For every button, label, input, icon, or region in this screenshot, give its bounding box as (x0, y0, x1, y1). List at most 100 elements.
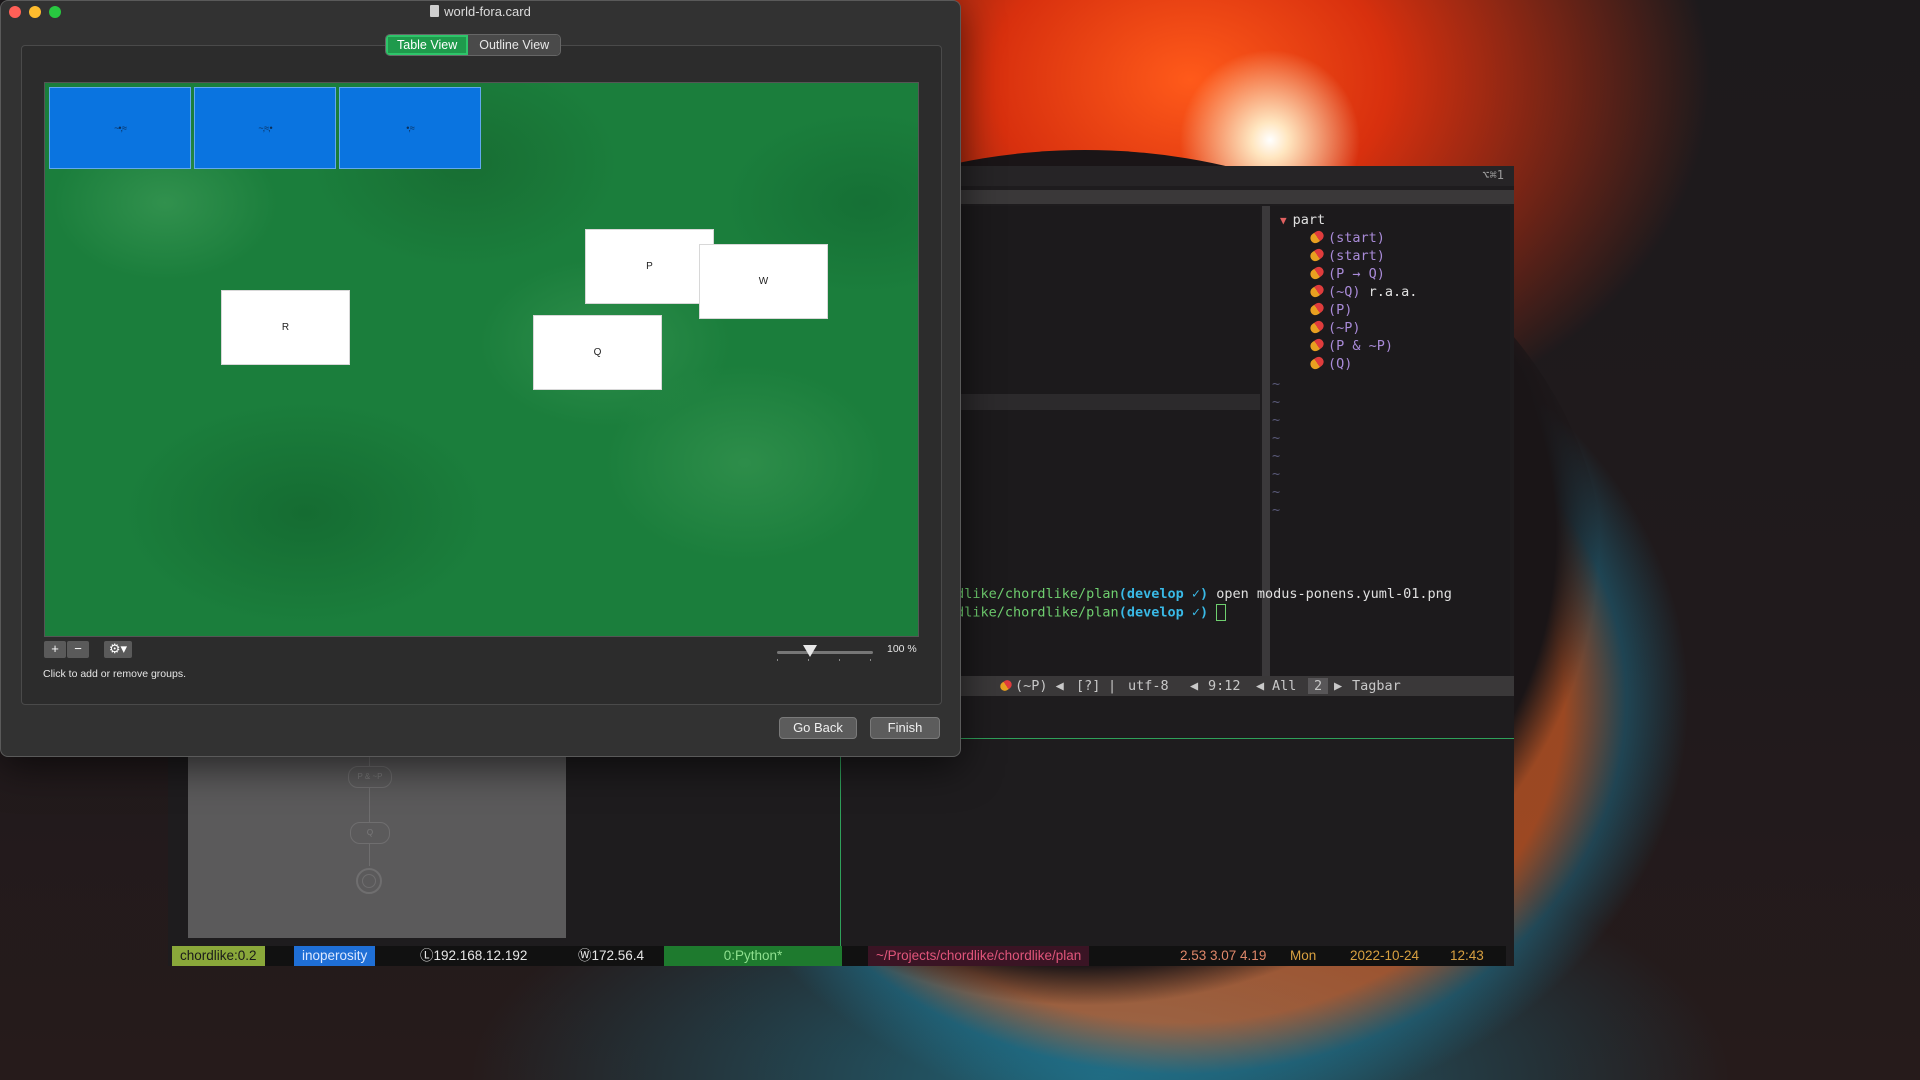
terminal-shortcut: ⌥⌘1 (1482, 168, 1504, 182)
vim-split-separator[interactable] (1262, 206, 1270, 676)
status-window-number: 2 (1308, 678, 1329, 694)
shell-line[interactable]: rdlike/chordlike/plan(develop ✓) open mo… (948, 586, 1452, 602)
group-card[interactable]: •,≈ (339, 87, 481, 169)
gear-menu-button[interactable]: ⚙▾ (104, 641, 132, 658)
tagbar-item[interactable]: (start) (1308, 246, 1385, 266)
proposition-card-q[interactable]: Q (533, 315, 662, 390)
tagbar-item-label: (Q) (1328, 356, 1353, 372)
shell-command (1208, 605, 1216, 621)
group-card[interactable]: ~,≈,• (194, 87, 336, 169)
tagbar-item-label: (P & ~P) (1328, 338, 1394, 354)
pill-icon (1308, 300, 1326, 318)
empty-line-marker: ~ (1272, 502, 1281, 518)
pill-icon (1308, 318, 1326, 336)
status-tag: (~P) ◀ (998, 678, 1064, 694)
tagbar-item-label: (P) (1328, 302, 1353, 318)
shell-path: rdlike/chordlike/plan (948, 604, 1119, 621)
image-preview-pane[interactable]: P & ~P Q (188, 756, 566, 938)
tmux-day: Mon (1282, 946, 1325, 966)
window-title-text: world-fora.card (444, 4, 531, 19)
tmux-local-ip: Ⓛ192.168.12.192 (412, 946, 536, 966)
tmux-session: chordlike:0.2 (172, 946, 265, 966)
diagram-edge (369, 756, 370, 766)
window-title: world-fora.card (430, 4, 531, 19)
zoom-button[interactable] (49, 6, 61, 18)
tab-table-view[interactable]: Table View (386, 35, 469, 55)
status-arrow: ▶ (1334, 678, 1343, 694)
diagram-edge (369, 788, 370, 822)
tmux-load: 2.53 3.07 4.19 (1172, 946, 1275, 966)
tagbar-root[interactable]: ▼ part (1280, 212, 1325, 228)
tagbar-pane[interactable]: ▼ part (start) (start) (P → Q) (~Q) r.a.a… (1270, 206, 1510, 676)
status-separator: | (1108, 678, 1117, 694)
tagbar-item[interactable]: (P) (1308, 300, 1353, 320)
pill-icon (1308, 354, 1326, 372)
status-encoding: utf-8 (1128, 678, 1169, 694)
empty-line-marker: ~ (1272, 394, 1281, 410)
tmux-date: 2022-10-24 (1342, 946, 1428, 966)
shell-command: open modus-ponens.yuml-01.png (1208, 586, 1452, 602)
remove-group-button[interactable]: − (67, 641, 89, 658)
tagbar-item-label: (start) (1328, 230, 1385, 246)
tagbar-item[interactable]: (Q) (1308, 354, 1353, 374)
diagram-edge (369, 844, 370, 866)
tagbar-root-label: part (1292, 212, 1326, 228)
status-arrow: ◀ (1256, 678, 1265, 694)
zoom-level: 100 % (887, 643, 917, 655)
diagram-end-node (356, 868, 382, 894)
pill-icon (998, 678, 1014, 693)
proposition-card-p[interactable]: P (585, 229, 714, 304)
go-back-button[interactable]: Go Back (779, 717, 857, 739)
tmux-wan-ip: Ⓦ172.56.4 (570, 946, 653, 966)
window-titlebar[interactable]: world-fora.card (1, 1, 960, 23)
status-window-name: Tagbar (1352, 678, 1401, 694)
group-card[interactable]: ~•,≈ (49, 87, 191, 169)
pill-icon (1308, 246, 1326, 264)
tmux-cwd: ~/Projects/chordlike/chordlike/plan (868, 946, 1090, 966)
card-window[interactable]: world-fora.card Table View Outline View … (0, 0, 961, 757)
view-switcher[interactable]: Table View Outline View (385, 34, 562, 56)
status-tag-label: (~P) (1015, 678, 1048, 694)
tagbar-item[interactable]: (~Q) r.a.a. (1308, 282, 1418, 302)
shell-branch: (develop ✓) (1118, 586, 1209, 602)
tagbar-item[interactable]: (P → Q) (1308, 264, 1385, 284)
empty-line-marker: ~ (1272, 412, 1281, 428)
tagbar-item-label: (P → Q) (1328, 266, 1385, 282)
card-table[interactable]: ~•,≈ ~,≈,• •,≈ R P W Q (44, 82, 919, 637)
empty-line-marker: ~ (1272, 430, 1281, 446)
tmux-window[interactable]: 0:Python* (664, 946, 842, 966)
tagbar-item[interactable]: (P & ~P) (1308, 336, 1394, 356)
tagbar-item-note: r.a.a. (1368, 284, 1418, 300)
empty-line-marker: ~ (1272, 448, 1281, 464)
expand-triangle-icon[interactable]: ▼ (1280, 214, 1287, 227)
add-group-button[interactable]: + (44, 641, 66, 658)
proposition-card-w[interactable]: W (699, 244, 828, 319)
tmux-vertical-divider[interactable] (840, 756, 841, 966)
close-button[interactable] (9, 6, 21, 18)
zoom-slider-thumb[interactable] (803, 645, 817, 657)
tagbar-item[interactable]: (~P) (1308, 318, 1361, 338)
tab-outline-view[interactable]: Outline View (468, 35, 561, 55)
status-position: 9:12 (1208, 678, 1241, 694)
tmux-time: 12:43 (1442, 946, 1492, 966)
document-icon (430, 5, 440, 17)
finish-button[interactable]: Finish (870, 717, 940, 739)
pill-icon (1308, 228, 1326, 246)
pill-icon (1308, 336, 1326, 354)
empty-line-marker: ~ (1272, 466, 1281, 482)
shell-line[interactable]: rdlike/chordlike/plan(develop ✓) (948, 604, 1227, 621)
zoom-slider-ticks (777, 659, 873, 661)
tagbar-item[interactable]: (start) (1308, 228, 1385, 248)
tagbar-item-label: (start) (1328, 248, 1385, 264)
pill-icon (1308, 264, 1326, 282)
proposition-card-r[interactable]: R (221, 290, 350, 365)
pill-icon (1308, 282, 1326, 300)
tagbar-item-label: (~Q) (1328, 284, 1361, 300)
shell-branch: (develop ✓) (1118, 604, 1209, 621)
tmux-statusbar: chordlike:0.2 inoperosity Ⓛ192.168.12.19… (172, 946, 1506, 966)
empty-line-marker: ~ (1272, 376, 1281, 392)
zoom-slider-track[interactable] (777, 651, 873, 654)
minimize-button[interactable] (29, 6, 41, 18)
help-text: Click to add or remove groups. (43, 668, 186, 680)
diagram-node: Q (350, 822, 390, 844)
